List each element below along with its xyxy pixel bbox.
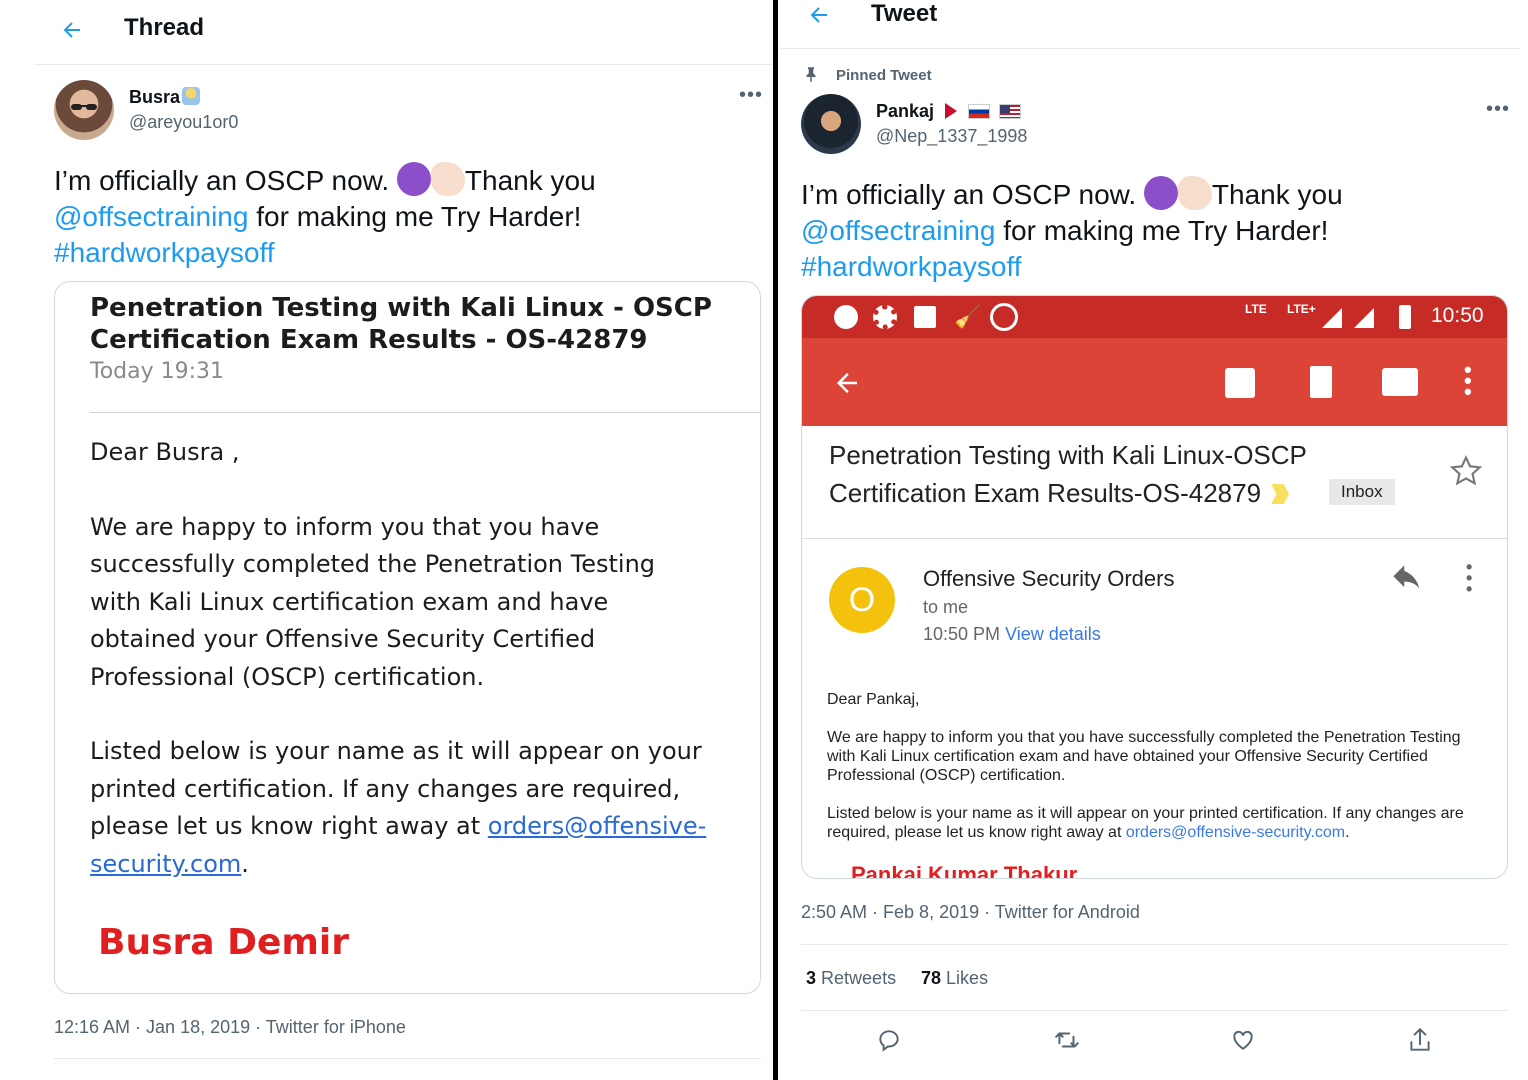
page-title: Thread bbox=[124, 14, 205, 41]
header-divider bbox=[34, 64, 773, 65]
retweet-icon[interactable] bbox=[1053, 1027, 1081, 1053]
email-header-divider bbox=[90, 412, 760, 413]
signal-icon bbox=[1322, 308, 1342, 328]
pinned-label: Pinned Tweet bbox=[836, 67, 932, 84]
smiling-devil-emoji-icon bbox=[396, 162, 431, 196]
back-arrow-icon[interactable] bbox=[807, 3, 831, 27]
email-date: Today 19:31 bbox=[90, 359, 225, 384]
avatar[interactable] bbox=[54, 80, 114, 140]
email-screenshot-image[interactable]: 🧹 LTE LTE+ 10:50 • • • Penetration Testing… bbox=[801, 295, 1508, 879]
like-icon[interactable] bbox=[1230, 1027, 1256, 1053]
signal-icon-2 bbox=[1354, 308, 1374, 328]
view-details-link[interactable]: View details bbox=[1005, 624, 1101, 644]
flexed-biceps-emoji-icon bbox=[1177, 176, 1212, 210]
stats-divider bbox=[801, 1010, 1508, 1011]
email-link-cont[interactable]: security.com bbox=[90, 850, 241, 878]
more-options-icon[interactable]: ••• bbox=[1486, 99, 1510, 119]
more-vert-icon[interactable]: • • • bbox=[1464, 359, 1472, 403]
inbox-label-chip[interactable]: Inbox bbox=[1329, 479, 1395, 505]
email-body: Dear Busra , We are happy to inform you … bbox=[90, 438, 707, 878]
timestamp-divider bbox=[801, 944, 1508, 945]
archive-icon[interactable] bbox=[1225, 368, 1255, 398]
email-subject: Penetration Testing with Kali Linux-OSCP… bbox=[829, 440, 1307, 508]
email-link[interactable]: orders@offensive- bbox=[488, 812, 707, 840]
tweet-text: I’m officially an OSCP now. Thank you @o… bbox=[801, 176, 1511, 285]
likes-stat[interactable]: 78 Likes bbox=[921, 968, 988, 989]
email-screenshot-image[interactable]: Penetration Testing with Kali Linux - OS… bbox=[54, 281, 761, 994]
mention-link[interactable]: @offsectraining bbox=[801, 215, 995, 246]
reply-icon[interactable] bbox=[876, 1027, 902, 1053]
email-header-divider bbox=[802, 538, 1507, 539]
email-subject: Penetration Testing with Kali Linux - OS… bbox=[90, 293, 712, 355]
header-divider bbox=[781, 48, 1520, 49]
lte-plus-icon: LTE+ bbox=[1287, 302, 1316, 316]
tweet-text: I’m officially an OSCP now. Thank you @o… bbox=[54, 162, 754, 271]
tweet-timestamp[interactable]: 12:16 AM · Jan 18, 2019 · Twitter for iP… bbox=[54, 1017, 406, 1038]
sync-icon bbox=[990, 303, 1018, 331]
email-body: Dear Pankaj, We are happy to inform you … bbox=[827, 691, 1464, 841]
footer-divider bbox=[54, 1058, 761, 1059]
russia-flag-icon bbox=[968, 104, 991, 119]
recipient-label: to me bbox=[923, 597, 969, 617]
retweets-stat[interactable]: 3 Retweets bbox=[806, 968, 896, 989]
more-options-icon[interactable]: ••• bbox=[739, 85, 763, 105]
avatar[interactable] bbox=[801, 94, 861, 154]
android-status-bar: 🧹 LTE LTE+ 10:50 bbox=[802, 296, 1507, 338]
author-name[interactable]: Pankaj bbox=[876, 101, 1022, 122]
smiling-devil-emoji-icon bbox=[1143, 176, 1178, 210]
back-arrow-icon[interactable] bbox=[832, 368, 862, 398]
tweet-timestamp[interactable]: 2:50 AM · Feb 8, 2019 · Twitter for Andr… bbox=[801, 902, 1140, 923]
author-handle[interactable]: @Nep_1337_1998 bbox=[876, 126, 1027, 147]
flexed-biceps-emoji-icon bbox=[430, 162, 465, 196]
more-vert-icon[interactable]: • • • bbox=[1466, 558, 1472, 598]
gmail-toolbar: • • • bbox=[802, 338, 1507, 426]
reply-icon[interactable] bbox=[1390, 564, 1424, 594]
share-icon[interactable] bbox=[1407, 1026, 1433, 1054]
soccer-ball-icon bbox=[873, 305, 897, 329]
email-link[interactable]: orders@offensive-security.com bbox=[1126, 824, 1345, 841]
usa-flag-icon bbox=[999, 104, 1022, 119]
image-icon bbox=[914, 306, 936, 328]
author-name[interactable]: Busra bbox=[129, 87, 201, 108]
mention-link[interactable]: @offsectraining bbox=[54, 201, 248, 232]
certificate-name: Busra Demir bbox=[98, 922, 349, 963]
status-time: 10:50 bbox=[1431, 304, 1484, 327]
nepal-flag-icon bbox=[945, 103, 958, 119]
back-arrow-icon[interactable] bbox=[60, 18, 84, 42]
email-time: 10:50 PM View details bbox=[923, 624, 1101, 644]
pin-icon bbox=[802, 65, 820, 83]
woman-technologist-icon bbox=[182, 87, 201, 105]
sender-avatar[interactable]: O bbox=[829, 567, 895, 633]
sender-name: Offensive Security Orders bbox=[923, 566, 1175, 591]
mark-unread-icon[interactable] bbox=[1382, 368, 1418, 396]
certificate-name: Pankaj Kumar Thakur bbox=[851, 862, 1078, 879]
messenger-icon bbox=[834, 305, 858, 329]
hashtag-link[interactable]: #hardworkpaysoff bbox=[801, 251, 1022, 282]
panel-separator bbox=[773, 0, 778, 1080]
delete-icon[interactable] bbox=[1310, 366, 1332, 398]
page-title: Tweet bbox=[871, 0, 938, 27]
wifi-calling-icon: LTE bbox=[1245, 302, 1267, 316]
author-handle[interactable]: @areyou1or0 bbox=[129, 112, 238, 133]
star-icon[interactable] bbox=[1449, 454, 1483, 488]
broom-icon: 🧹 bbox=[954, 304, 982, 329]
hashtag-link[interactable]: #hardworkpaysoff bbox=[54, 237, 275, 268]
important-marker-icon bbox=[1271, 484, 1290, 504]
battery-icon bbox=[1399, 305, 1411, 329]
